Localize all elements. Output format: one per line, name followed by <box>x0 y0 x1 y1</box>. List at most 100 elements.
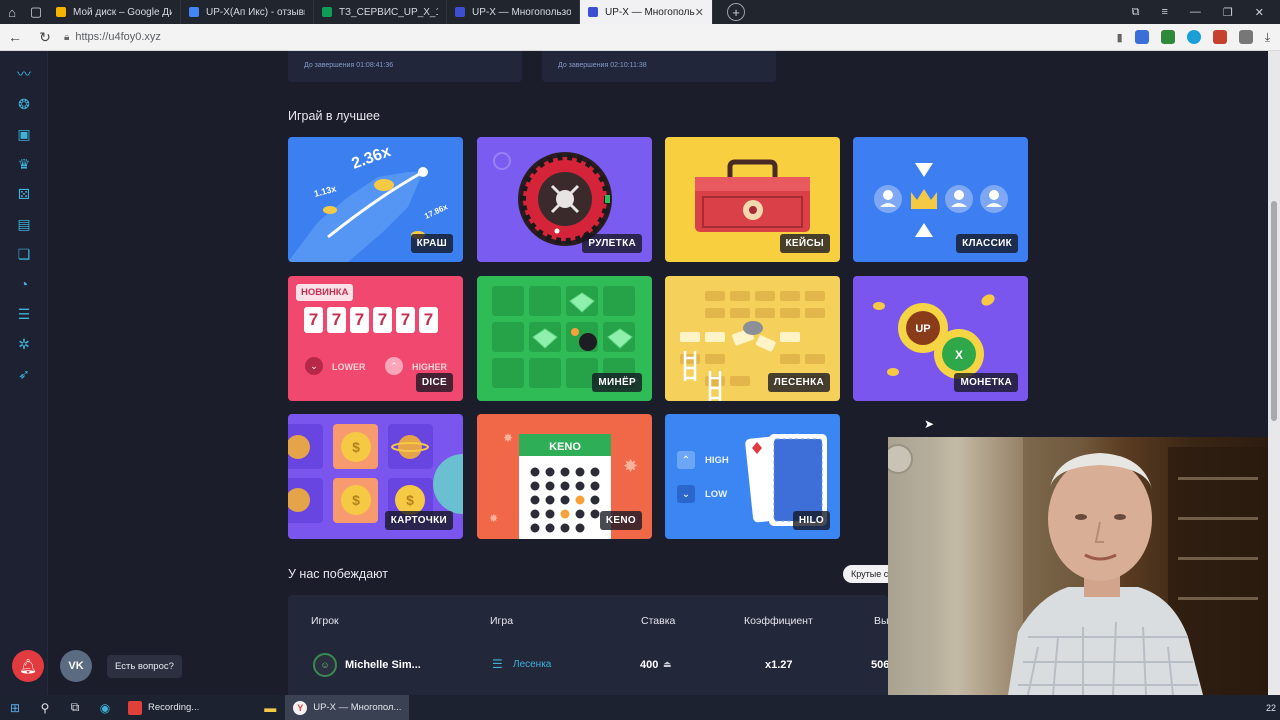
chart-icon[interactable]: 〰 <box>0 59 48 89</box>
countdown-timer: До завершения 02:10:11:38 <box>558 62 647 69</box>
site-sidebar: 〰 ❂ ▣ ♛ ⚄ ▤ ❏ ◔ ☰ ✲ ➶ <box>0 51 48 695</box>
winner-game[interactable]: Лесенка <box>513 659 551 670</box>
support-chat-button[interactable]: Есть вопрос? <box>107 655 182 678</box>
browser-tab[interactable]: ТЗ_СЕРВИС_UP_X_12_07_2 <box>314 0 447 24</box>
search-icon[interactable]: ⚲ <box>30 701 60 715</box>
close-window-icon[interactable]: ✕ <box>1255 6 1264 19</box>
home-icon[interactable]: ⌂ <box>0 0 24 24</box>
webcam-video-frame <box>888 437 1268 695</box>
ladder-icon[interactable]: ☰ <box>0 299 48 329</box>
upx-icon <box>588 7 598 17</box>
wheel-icon[interactable]: ❂ <box>0 89 48 119</box>
winner-coef: x1.27 <box>765 659 793 671</box>
game-tile-roulette[interactable]: РУЛЕТКА <box>477 137 652 262</box>
game-label: МОНЕТКА <box>954 373 1018 392</box>
case-icon[interactable]: ▣ <box>0 119 48 149</box>
taskbar-item-browser[interactable]: Y UP-X — Многопол... <box>285 695 410 720</box>
scrollbar-thumb[interactable] <box>1271 201 1277 421</box>
svg-text:✸: ✸ <box>623 456 638 476</box>
event-card[interactable]: До завершения 02:10:11:38 <box>542 51 776 82</box>
extension-icon[interactable] <box>1186 30 1201 44</box>
coin-x-text: X <box>955 348 963 362</box>
settings-icon[interactable]: ✲ <box>0 329 48 359</box>
browser-tab[interactable]: Мой диск – Google Диск <box>48 0 181 24</box>
new-badge: НОВИНКА <box>296 284 354 301</box>
crown-icon[interactable]: ♛ <box>0 149 48 179</box>
os-taskbar: ⊞ ⚲ ⧉ ◉ Recording... ▬ Y UP-X — Многопол… <box>0 695 1280 720</box>
game-tile-hilo[interactable]: ⌃ HIGH ⌄ LOW HILO <box>665 414 840 539</box>
edge-icon[interactable]: ◉ <box>90 701 120 715</box>
countdown-timer: До завершения 01:08:41:36 <box>304 62 394 69</box>
game-tile-keno[interactable]: KENO ✸ ✸ ✸ KENO <box>477 414 652 539</box>
vk-icon: VK <box>68 660 84 672</box>
game-label: КРАШ <box>410 234 453 253</box>
taskbar-item-recording[interactable]: Recording... <box>120 695 207 720</box>
higher-label: HIGHER <box>412 362 448 372</box>
restore-icon[interactable]: ❐ <box>1223 6 1233 19</box>
cards-icon[interactable]: ❏ <box>0 239 48 269</box>
tab-title: UP-X(Ап Икс) - отзывы ре <box>206 6 305 18</box>
game-tile-cards[interactable]: $ $ $ КАРТОЧКИ <box>288 414 463 539</box>
game-tile-ladder[interactable]: ЛЕСЕНКА <box>665 276 840 401</box>
column-header-win: Вы <box>874 615 889 627</box>
game-label: HILO <box>792 511 830 530</box>
crash-multiplier: 2.36x <box>350 143 394 173</box>
download-icon[interactable]: ⤓ <box>1265 30 1270 45</box>
winner-bet: 400 <box>640 659 659 671</box>
game-tile-classic[interactable]: КЛАССИК <box>853 137 1028 262</box>
winners-section-title: У нас побеждают <box>288 567 388 581</box>
extension-icon[interactable] <box>1160 30 1175 44</box>
winner-player[interactable]: Michelle Sim... <box>345 659 421 671</box>
extension-icon[interactable] <box>1212 30 1227 44</box>
menu-icon[interactable]: ≡ <box>1161 6 1167 19</box>
close-tab-icon[interactable]: ✕ <box>695 6 704 19</box>
reload-icon[interactable]: ↻ <box>30 29 60 46</box>
minimize-icon[interactable]: — <box>1190 6 1201 19</box>
game-tile-dice[interactable]: НОВИНКА 7 7 7 7 7 7 ⌄ LOWER ⌃ HIGHER DIC… <box>288 276 463 401</box>
dice-icon[interactable]: ⚄ <box>0 179 48 209</box>
browser-tab-active[interactable]: UP-X — Многопользо ✕ <box>580 0 713 24</box>
webcam-overlay <box>888 437 1268 695</box>
dice-digits: 7 7 7 7 7 7 <box>304 307 438 333</box>
svg-text:✸: ✸ <box>503 431 513 445</box>
bookmark-icon[interactable]: ▮ <box>1117 31 1123 44</box>
dice-digit: 7 <box>350 307 369 333</box>
avatar: ☺ <box>313 653 337 677</box>
extension-icon[interactable] <box>1134 30 1149 44</box>
browser-tab-bar: ⌂ ▢ Мой диск – Google Диск UP-X(Ап Икс) … <box>0 0 1280 24</box>
back-arrow-icon[interactable]: ← <box>0 29 30 45</box>
dice-digit: 7 <box>419 307 438 333</box>
games-section-title: Играй в лучшее <box>288 109 381 123</box>
page-scrollbar[interactable] <box>1268 51 1280 695</box>
coin-icon[interactable]: ◔ <box>0 269 48 299</box>
game-tile-cases[interactable]: КЕЙСЫ <box>665 137 840 262</box>
vk-button[interactable]: VK <box>60 650 92 682</box>
task-view-icon[interactable]: ⧉ <box>60 700 90 715</box>
game-label: КЛАССИК <box>956 234 1018 253</box>
dice-digit: 7 <box>373 307 392 333</box>
new-window-icon[interactable]: ▢ <box>24 0 48 24</box>
game-tile-coin[interactable]: UP X МОНЕТКА <box>853 276 1028 401</box>
game-label: МИНЁР <box>592 373 642 392</box>
tab-title: ТЗ_СЕРВИС_UP_X_12_07_2 <box>339 6 438 18</box>
notification-bell-button[interactable]: 🔔︎ <box>12 650 44 682</box>
windows-start-icon[interactable]: ⊞ <box>0 701 30 715</box>
svg-text:$: $ <box>352 439 360 455</box>
game-tile-miner[interactable]: МИНЁР <box>477 276 652 401</box>
game-tile-crash[interactable]: 2.36x 1.13x 17.86x КРАШ <box>288 137 463 262</box>
yandex-browser-icon: Y <box>293 700 308 715</box>
url-field[interactable]: https://u4foy0.xyz <box>75 31 161 43</box>
file-explorer-icon[interactable]: ▬ <box>255 701 285 715</box>
extension-icon[interactable] <box>1238 30 1253 44</box>
browser-tab[interactable]: UP-X(Ап Икс) - отзывы ре <box>181 0 314 24</box>
dice-digit: 7 <box>396 307 415 333</box>
collections-icon[interactable]: ⧉ <box>1132 6 1140 19</box>
game-label: КАРТОЧКИ <box>384 511 453 530</box>
tab-title: UP-X — Многопользоват <box>472 6 571 18</box>
event-card[interactable]: До завершения 01:08:41:36 <box>288 51 522 82</box>
mouse-cursor-icon: ➤ <box>924 417 935 431</box>
grid-icon[interactable]: ▤ <box>0 209 48 239</box>
rocket-icon[interactable]: ➶ <box>0 359 48 389</box>
new-tab-button[interactable]: + <box>727 3 745 21</box>
browser-tab[interactable]: UP-X — Многопользоват <box>447 0 580 24</box>
